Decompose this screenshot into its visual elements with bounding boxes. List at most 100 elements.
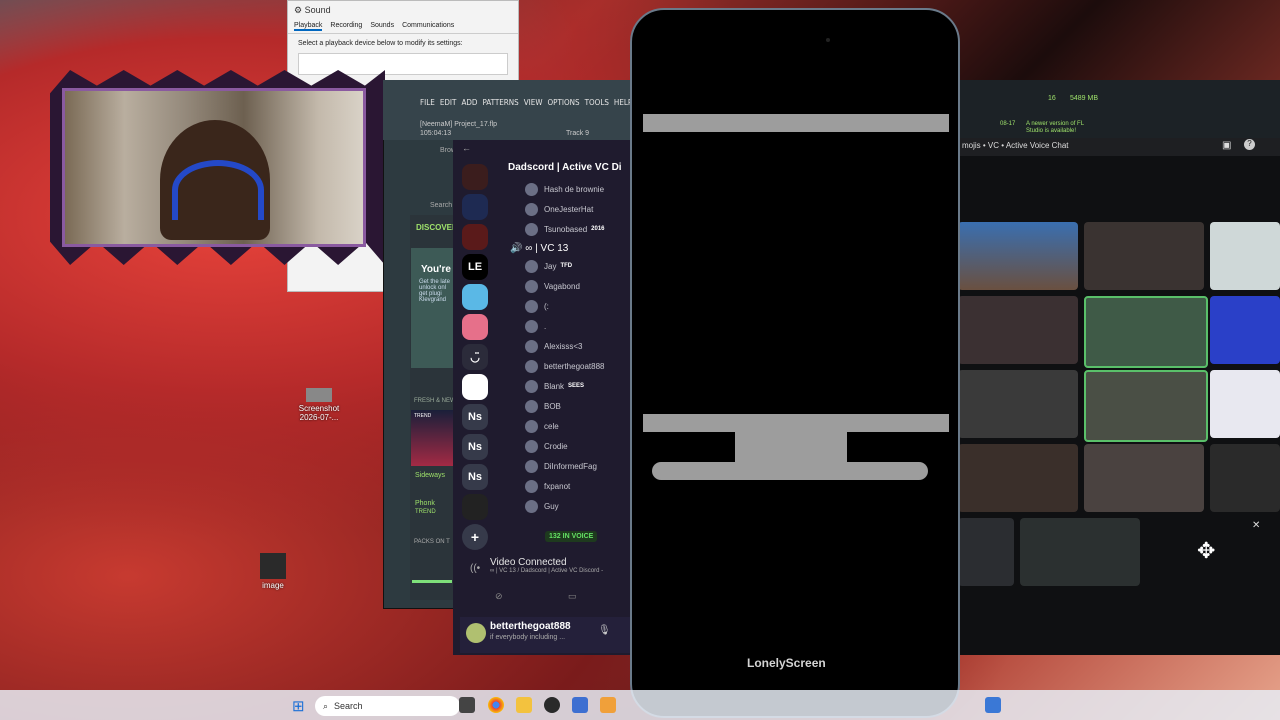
voice-member[interactable]: . — [505, 316, 630, 336]
member-name: Guy — [544, 501, 559, 511]
file-explorer-icon[interactable] — [516, 697, 532, 713]
sound-description: Select a playback device below to modify… — [298, 40, 463, 47]
tab-recording[interactable]: Recording — [330, 22, 362, 31]
discover-tab[interactable]: DISCOVER — [416, 223, 458, 232]
user-panel: betterthegoat888 if everybody including … — [460, 617, 630, 653]
fl-performance-strip: 16 5489 MB 08-17 A newer version of FL S… — [958, 80, 1280, 138]
menu-file[interactable]: FILE — [420, 98, 435, 107]
fl-time: 105:04:13 — [420, 130, 452, 137]
desktop-icon-screenshot[interactable]: Screenshot 2026-07-... — [296, 388, 342, 422]
pack-sideways[interactable]: Sideways — [415, 472, 445, 479]
guild-ns[interactable]: Ns — [462, 404, 488, 430]
video-tile[interactable] — [958, 518, 1014, 586]
menu-options[interactable]: OPTIONS — [547, 98, 579, 107]
server-name[interactable]: Dadscord | Active VC Di — [505, 160, 630, 179]
video-tile[interactable] — [1084, 444, 1204, 512]
voice-member[interactable]: Blank SEES — [505, 376, 630, 396]
video-tile-speaking[interactable] — [1084, 370, 1208, 442]
in-voice-badge[interactable]: 132 IN VOICE — [545, 531, 598, 542]
video-tile[interactable] — [1210, 222, 1280, 290]
video-tile[interactable] — [958, 296, 1078, 364]
voice-member[interactable]: fxpanot — [505, 476, 630, 496]
guild-list: LE ◡̈ Ns Ns Ns + — [455, 160, 495, 560]
guild-icon[interactable] — [462, 314, 488, 340]
tab-playback[interactable]: Playback — [294, 22, 323, 31]
voice-member[interactable]: (: — [505, 296, 630, 316]
video-tile[interactable] — [1210, 370, 1280, 438]
app-icon[interactable] — [985, 697, 1001, 713]
guild-ns[interactable]: Ns — [462, 464, 488, 490]
video-tile-speaking[interactable] — [1084, 296, 1208, 368]
guild-icon[interactable] — [462, 284, 488, 310]
voice-member[interactable]: betterthegoat888 — [505, 356, 630, 376]
member-name: Crodie — [544, 441, 568, 451]
promo-card[interactable]: You're Get the late unlock onl get plugi… — [411, 248, 455, 368]
video-tile[interactable] — [958, 222, 1078, 290]
fl-user: [NeemaM] — [420, 121, 453, 128]
pack-phonk[interactable]: Phonk — [415, 500, 435, 507]
video-tile[interactable] — [1084, 222, 1204, 290]
voice-member[interactable]: Jay TFD — [505, 256, 630, 276]
update-notice[interactable]: A newer version of FL Studio is availabl… — [1026, 121, 1096, 135]
avatar — [525, 419, 538, 433]
guild-icon[interactable]: ◡̈ — [462, 344, 488, 370]
member-name: DiInformedFag — [544, 461, 597, 471]
windows-start-icon[interactable]: ⊞ — [292, 697, 305, 715]
voice-channel[interactable]: 🔊 ∞ | VC 13 — [505, 239, 630, 256]
inbox-icon[interactable]: ▣ — [1222, 140, 1231, 151]
voice-member-list: Jay TFD Vagabond (:. Alexisss<3 betterthegoat… — [505, 256, 630, 516]
guild-icon[interactable] — [462, 194, 488, 220]
video-tile[interactable] — [1210, 444, 1280, 512]
menu-patterns[interactable]: PATTERNS — [482, 98, 518, 107]
obs-icon[interactable] — [544, 697, 560, 713]
fl-studio-icon[interactable] — [600, 697, 616, 713]
menu-tools[interactable]: TOOLS — [585, 98, 609, 107]
menu-add[interactable]: ADD — [461, 98, 477, 107]
member-tag: 2016 — [591, 226, 605, 232]
voice-member[interactable]: Crodie — [505, 436, 630, 456]
menu-edit[interactable]: EDIT — [440, 98, 457, 107]
guild-icon[interactable] — [462, 224, 488, 250]
tab-communications[interactable]: Communications — [402, 22, 454, 31]
member-name: OneJesterHat — [544, 204, 594, 214]
guild-icon[interactable] — [462, 164, 488, 190]
sideways-art[interactable]: TREND — [411, 410, 453, 466]
voice-member[interactable]: DiInformedFag — [505, 456, 630, 476]
desktop-icon-image[interactable]: image — [254, 553, 292, 590]
user-avatar[interactable] — [466, 623, 486, 643]
help-icon[interactable]: ? — [1244, 139, 1255, 150]
guild-le[interactable]: LE — [462, 254, 488, 280]
app-icon[interactable] — [572, 697, 588, 713]
back-arrow-icon[interactable]: ← — [462, 143, 471, 153]
video-tile[interactable] — [1210, 296, 1280, 364]
guild-icon[interactable] — [462, 494, 488, 520]
activities-icon[interactable]: ✥ — [1197, 538, 1215, 564]
video-tile[interactable] — [958, 370, 1078, 438]
guild-ns[interactable]: Ns — [462, 434, 488, 460]
add-server-icon[interactable]: + — [462, 524, 488, 550]
voice-member[interactable]: cele — [505, 416, 630, 436]
member-item[interactable]: Hash de brownie — [505, 179, 630, 199]
device-list[interactable] — [298, 53, 508, 75]
microphone-icon[interactable]: 🎙 — [598, 625, 611, 636]
video-tile[interactable] — [1020, 518, 1140, 586]
connection-label: Video Connected — [490, 557, 567, 568]
fl-search[interactable]: Search — [430, 202, 452, 209]
close-icon[interactable]: ✕ — [1252, 520, 1260, 531]
voice-member[interactable]: BOB — [505, 396, 630, 416]
task-view-icon[interactable] — [459, 697, 475, 713]
tab-sounds[interactable]: Sounds — [370, 22, 394, 31]
menu-view[interactable]: VIEW — [524, 98, 543, 107]
guild-icon[interactable] — [462, 374, 488, 400]
screen-share-icon[interactable]: ▭ — [568, 591, 577, 602]
voice-member[interactable]: Vagabond — [505, 276, 630, 296]
taskbar-search[interactable]: ⌕ Search — [315, 696, 460, 716]
member-item[interactable]: OneJesterHat — [505, 199, 630, 219]
chrome-icon[interactable] — [488, 697, 504, 713]
camera-off-icon[interactable]: ⊘ — [495, 591, 503, 602]
connection-status: Video Connected ∞ | VC 13 / Dadscord | A… — [490, 557, 603, 574]
video-tile[interactable] — [958, 444, 1078, 512]
voice-member[interactable]: Guy — [505, 496, 630, 516]
member-item[interactable]: Tsunobased 2016 — [505, 219, 630, 239]
voice-member[interactable]: Alexisss<3 — [505, 336, 630, 356]
